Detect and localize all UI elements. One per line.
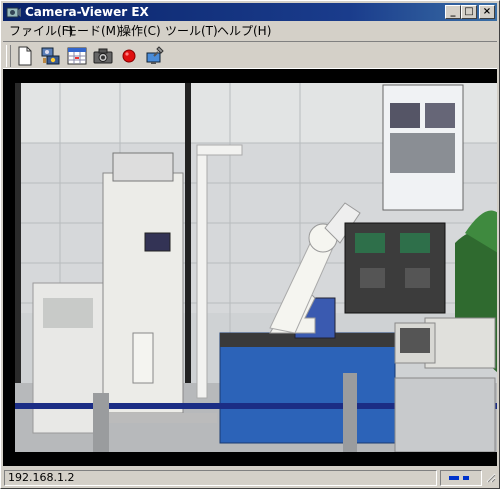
new-document-icon (18, 46, 32, 66)
schedule-grid-icon (67, 47, 87, 65)
app-camera-icon (6, 7, 21, 18)
new-button[interactable] (13, 44, 37, 68)
snapshot-button[interactable] (91, 44, 115, 68)
toolbar (3, 41, 497, 69)
camera-view[interactable] (3, 69, 497, 466)
tools-monitor-icon (146, 46, 164, 64)
camera-settings-icon (41, 47, 60, 65)
toolbar-grip[interactable] (6, 45, 11, 67)
menu-tools[interactable]: ツール(T) (165, 23, 218, 39)
record-button[interactable] (117, 44, 141, 68)
menu-mode[interactable]: モード(M) (65, 23, 121, 39)
tools-button[interactable] (143, 44, 167, 68)
menu-operation[interactable]: 操作(C) (119, 23, 161, 39)
camera-address: 192.168.1.2 (8, 471, 75, 484)
menu-bar: ファイル(F) モード(M) 操作(C) ツール(T) ヘルプ(H) (3, 22, 497, 40)
title-bar[interactable]: Camera-Viewer EX _ □ × (3, 3, 497, 21)
app-window: Camera-Viewer EX _ □ × ファイル(F) モード(M) 操作… (0, 0, 500, 489)
record-icon (122, 49, 136, 63)
snapshot-camera-icon (93, 48, 113, 64)
status-bar: 192.168.1.2 (3, 469, 497, 487)
window-title: Camera-Viewer EX (25, 5, 149, 19)
maximize-button[interactable]: □ (461, 5, 477, 19)
connection-signal-icon (449, 476, 469, 480)
status-signal-pane (440, 470, 482, 486)
camera-feed-image (15, 83, 497, 452)
menu-help[interactable]: ヘルプ(H) (217, 23, 271, 39)
minimize-button[interactable]: _ (445, 5, 461, 19)
resize-grip-icon (486, 473, 496, 483)
status-address-pane: 192.168.1.2 (4, 470, 437, 486)
close-button[interactable]: × (479, 5, 495, 19)
menu-file[interactable]: ファイル(F) (9, 23, 73, 39)
camera-settings-button[interactable] (39, 44, 63, 68)
resize-grip[interactable] (484, 470, 496, 486)
schedule-button[interactable] (65, 44, 89, 68)
